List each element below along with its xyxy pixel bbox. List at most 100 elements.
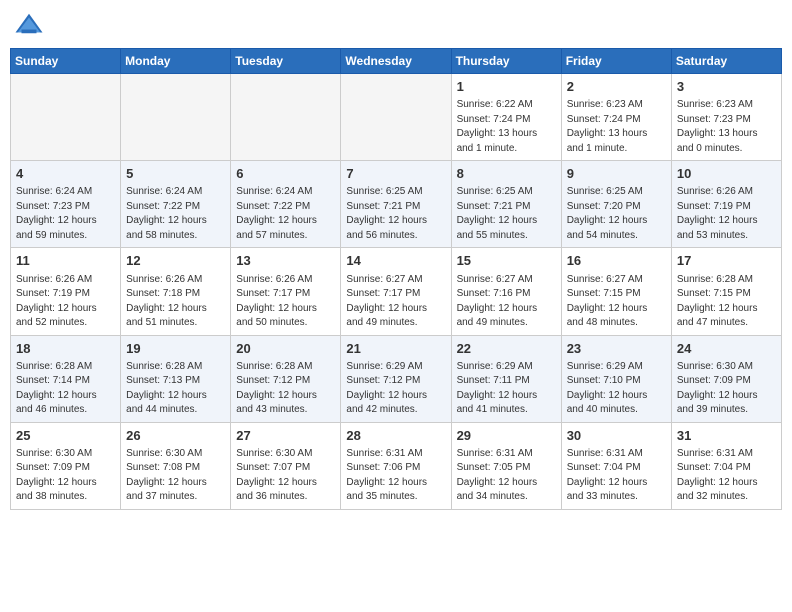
logo-icon: [14, 10, 44, 40]
day-cell-3: 3 Sunrise: 6:23 AM Sunset: 7:23 PM Daylig…: [671, 74, 781, 161]
day-number: 4: [16, 165, 115, 183]
day-info: Sunrise: 6:29 AM Sunset: 7:12 PM Dayligh…: [346, 360, 445, 418]
empty-cell: [231, 74, 341, 161]
day-info: Sunrise: 6:24 AM Sunset: 7:22 PM Dayligh…: [236, 185, 335, 243]
day-number: 24: [677, 340, 776, 358]
day-cell-16: 16 Sunrise: 6:27 AM Sunset: 7:15 PM Dayli…: [561, 248, 671, 335]
day-number: 9: [567, 165, 666, 183]
day-cell-20: 20 Sunrise: 6:28 AM Sunset: 7:12 PM Dayli…: [231, 335, 341, 422]
day-cell-8: 8 Sunrise: 6:25 AM Sunset: 7:21 PM Daylig…: [451, 161, 561, 248]
day-cell-18: 18 Sunrise: 6:28 AM Sunset: 7:14 PM Dayli…: [11, 335, 121, 422]
day-cell-28: 28 Sunrise: 6:31 AM Sunset: 7:06 PM Dayli…: [341, 422, 451, 509]
weekday-header-saturday: Saturday: [671, 49, 781, 74]
day-cell-19: 19 Sunrise: 6:28 AM Sunset: 7:13 PM Dayli…: [121, 335, 231, 422]
day-number: 17: [677, 252, 776, 270]
day-info: Sunrise: 6:31 AM Sunset: 7:04 PM Dayligh…: [567, 447, 666, 505]
weekday-header-monday: Monday: [121, 49, 231, 74]
day-number: 15: [457, 252, 556, 270]
day-cell-24: 24 Sunrise: 6:30 AM Sunset: 7:09 PM Dayli…: [671, 335, 781, 422]
day-info: Sunrise: 6:29 AM Sunset: 7:10 PM Dayligh…: [567, 360, 666, 418]
day-cell-10: 10 Sunrise: 6:26 AM Sunset: 7:19 PM Dayli…: [671, 161, 781, 248]
day-info: Sunrise: 6:28 AM Sunset: 7:15 PM Dayligh…: [677, 273, 776, 331]
day-info: Sunrise: 6:25 AM Sunset: 7:20 PM Dayligh…: [567, 185, 666, 243]
day-info: Sunrise: 6:25 AM Sunset: 7:21 PM Dayligh…: [346, 185, 445, 243]
day-number: 5: [126, 165, 225, 183]
day-cell-15: 15 Sunrise: 6:27 AM Sunset: 7:16 PM Dayli…: [451, 248, 561, 335]
day-info: Sunrise: 6:25 AM Sunset: 7:21 PM Dayligh…: [457, 185, 556, 243]
day-cell-13: 13Sunrise: 6:26 AM Sunset: 7:17 PM Dayli…: [231, 248, 341, 335]
day-info: Sunrise: 6:31 AM Sunset: 7:06 PM Dayligh…: [346, 447, 445, 505]
calendar-header-row: SundayMondayTuesdayWednesdayThursdayFrid…: [11, 49, 782, 74]
day-info: Sunrise: 6:30 AM Sunset: 7:09 PM Dayligh…: [16, 447, 115, 505]
day-cell-4: 4Sunrise: 6:24 AM Sunset: 7:23 PM Daylig…: [11, 161, 121, 248]
day-cell-2: 2Sunrise: 6:23 AM Sunset: 7:24 PM Daylig…: [561, 74, 671, 161]
day-number: 16: [567, 252, 666, 270]
day-cell-17: 17 Sunrise: 6:28 AM Sunset: 7:15 PM Dayli…: [671, 248, 781, 335]
day-info: Sunrise: 6:22 AM Sunset: 7:24 PM Dayligh…: [457, 98, 556, 156]
day-cell-22: 22 Sunrise: 6:29 AM Sunset: 7:11 PM Dayli…: [451, 335, 561, 422]
day-number: 30: [567, 427, 666, 445]
day-number: 29: [457, 427, 556, 445]
day-info: Sunrise: 6:27 AM Sunset: 7:17 PM Dayligh…: [346, 273, 445, 331]
weekday-header-tuesday: Tuesday: [231, 49, 341, 74]
day-number: 31: [677, 427, 776, 445]
day-cell-29: 29 Sunrise: 6:31 AM Sunset: 7:05 PM Dayli…: [451, 422, 561, 509]
day-info: Sunrise: 6:26 AM Sunset: 7:18 PM Dayligh…: [126, 273, 225, 331]
empty-cell: [121, 74, 231, 161]
day-info: Sunrise: 6:29 AM Sunset: 7:11 PM Dayligh…: [457, 360, 556, 418]
empty-cell: [11, 74, 121, 161]
empty-cell: [341, 74, 451, 161]
day-cell-31: 31Sunrise: 6:31 AM Sunset: 7:04 PM Dayli…: [671, 422, 781, 509]
day-number: 13: [236, 252, 335, 270]
logo: [14, 10, 48, 40]
day-info: Sunrise: 6:30 AM Sunset: 7:09 PM Dayligh…: [677, 360, 776, 418]
day-cell-1: 1Sunrise: 6:22 AM Sunset: 7:24 PM Daylig…: [451, 74, 561, 161]
day-info: Sunrise: 6:28 AM Sunset: 7:12 PM Dayligh…: [236, 360, 335, 418]
calendar-row-2: 4Sunrise: 6:24 AM Sunset: 7:23 PM Daylig…: [11, 161, 782, 248]
day-number: 3: [677, 78, 776, 96]
day-number: 7: [346, 165, 445, 183]
day-info: Sunrise: 6:27 AM Sunset: 7:15 PM Dayligh…: [567, 273, 666, 331]
day-info: Sunrise: 6:28 AM Sunset: 7:14 PM Dayligh…: [16, 360, 115, 418]
day-info: Sunrise: 6:24 AM Sunset: 7:22 PM Dayligh…: [126, 185, 225, 243]
day-number: 8: [457, 165, 556, 183]
day-cell-5: 5 Sunrise: 6:24 AM Sunset: 7:22 PM Daylig…: [121, 161, 231, 248]
day-number: 14: [346, 252, 445, 270]
day-number: 20: [236, 340, 335, 358]
day-cell-11: 11Sunrise: 6:26 AM Sunset: 7:19 PM Dayli…: [11, 248, 121, 335]
weekday-header-wednesday: Wednesday: [341, 49, 451, 74]
day-number: 25: [16, 427, 115, 445]
calendar-row-1: 1Sunrise: 6:22 AM Sunset: 7:24 PM Daylig…: [11, 74, 782, 161]
day-number: 18: [16, 340, 115, 358]
day-number: 23: [567, 340, 666, 358]
day-cell-26: 26Sunrise: 6:30 AM Sunset: 7:08 PM Dayli…: [121, 422, 231, 509]
day-info: Sunrise: 6:31 AM Sunset: 7:05 PM Dayligh…: [457, 447, 556, 505]
day-info: Sunrise: 6:23 AM Sunset: 7:23 PM Dayligh…: [677, 98, 776, 156]
day-number: 21: [346, 340, 445, 358]
day-number: 12: [126, 252, 225, 270]
calendar-row-4: 18 Sunrise: 6:28 AM Sunset: 7:14 PM Dayli…: [11, 335, 782, 422]
day-info: Sunrise: 6:26 AM Sunset: 7:19 PM Dayligh…: [677, 185, 776, 243]
day-cell-23: 23 Sunrise: 6:29 AM Sunset: 7:10 PM Dayli…: [561, 335, 671, 422]
weekday-header-sunday: Sunday: [11, 49, 121, 74]
day-cell-6: 6Sunrise: 6:24 AM Sunset: 7:22 PM Daylig…: [231, 161, 341, 248]
weekday-header-thursday: Thursday: [451, 49, 561, 74]
day-cell-14: 14 Sunrise: 6:27 AM Sunset: 7:17 PM Dayli…: [341, 248, 451, 335]
day-info: Sunrise: 6:28 AM Sunset: 7:13 PM Dayligh…: [126, 360, 225, 418]
day-cell-25: 25 Sunrise: 6:30 AM Sunset: 7:09 PM Dayli…: [11, 422, 121, 509]
weekday-header-friday: Friday: [561, 49, 671, 74]
day-number: 11: [16, 252, 115, 270]
day-info: Sunrise: 6:27 AM Sunset: 7:16 PM Dayligh…: [457, 273, 556, 331]
calendar-table: SundayMondayTuesdayWednesdayThursdayFrid…: [10, 48, 782, 510]
day-number: 27: [236, 427, 335, 445]
day-info: Sunrise: 6:30 AM Sunset: 7:08 PM Dayligh…: [126, 447, 225, 505]
calendar-row-5: 25 Sunrise: 6:30 AM Sunset: 7:09 PM Dayli…: [11, 422, 782, 509]
day-number: 28: [346, 427, 445, 445]
calendar-row-3: 11Sunrise: 6:26 AM Sunset: 7:19 PM Dayli…: [11, 248, 782, 335]
day-cell-21: 21 Sunrise: 6:29 AM Sunset: 7:12 PM Dayli…: [341, 335, 451, 422]
day-cell-9: 9 Sunrise: 6:25 AM Sunset: 7:20 PM Daylig…: [561, 161, 671, 248]
day-number: 19: [126, 340, 225, 358]
day-number: 22: [457, 340, 556, 358]
page-header: [10, 10, 782, 40]
day-number: 10: [677, 165, 776, 183]
